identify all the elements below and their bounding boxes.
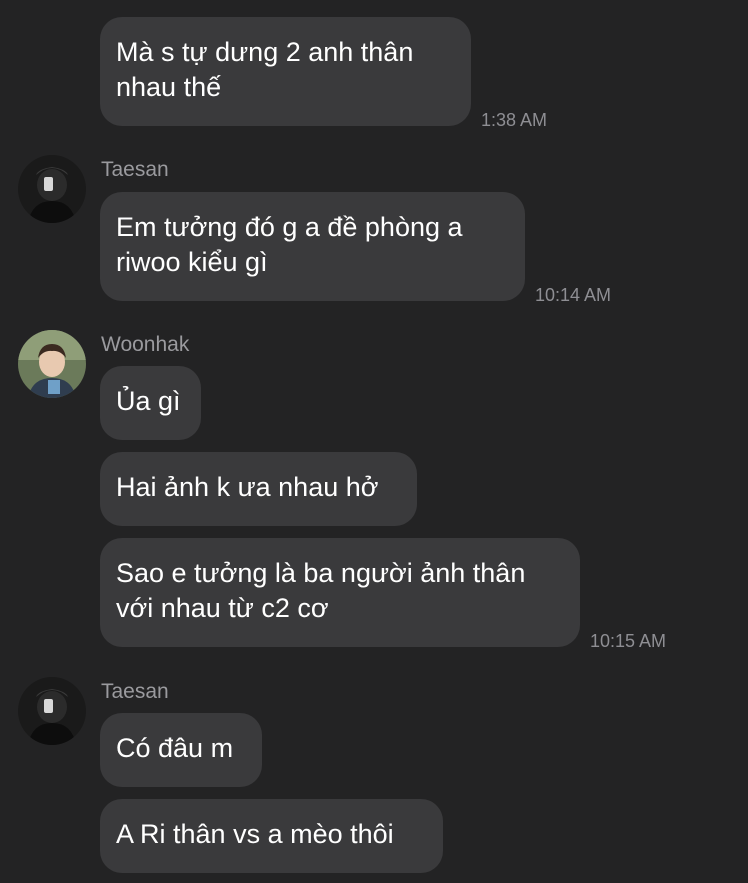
chat-thread: Mà s tự dưng 2 anh thân nhau thế 1:38 AM…	[0, 0, 748, 883]
sender-name: Woonhak	[101, 333, 190, 356]
sender-name: Taesan	[101, 158, 169, 181]
sender-name: Taesan	[101, 680, 169, 703]
taesan-avatar[interactable]	[18, 677, 86, 745]
message-bubble[interactable]: Có đâu m	[100, 713, 262, 787]
message-bubble[interactable]: A Ri thân vs a mèo thôi	[100, 799, 443, 873]
message-bubble[interactable]: Ủa gì	[100, 366, 201, 440]
message-timestamp: 10:15 AM	[590, 631, 667, 651]
message-timestamp: 10:14 AM	[535, 285, 612, 305]
message-bubble[interactable]: Sao e tưởng là ba người ảnh thân với nha…	[100, 538, 580, 647]
taesan-avatar[interactable]	[18, 155, 86, 223]
message-bubble[interactable]: Em tưởng đó g a đề phòng a riwoo kiểu gì	[100, 192, 525, 301]
woonhak-avatar[interactable]	[18, 330, 86, 398]
message-timestamp: 1:38 AM	[481, 110, 548, 130]
message-bubble[interactable]: Hai ảnh k ưa nhau hở	[100, 452, 417, 526]
message-bubble[interactable]: Mà s tự dưng 2 anh thân nhau thế	[100, 17, 471, 126]
